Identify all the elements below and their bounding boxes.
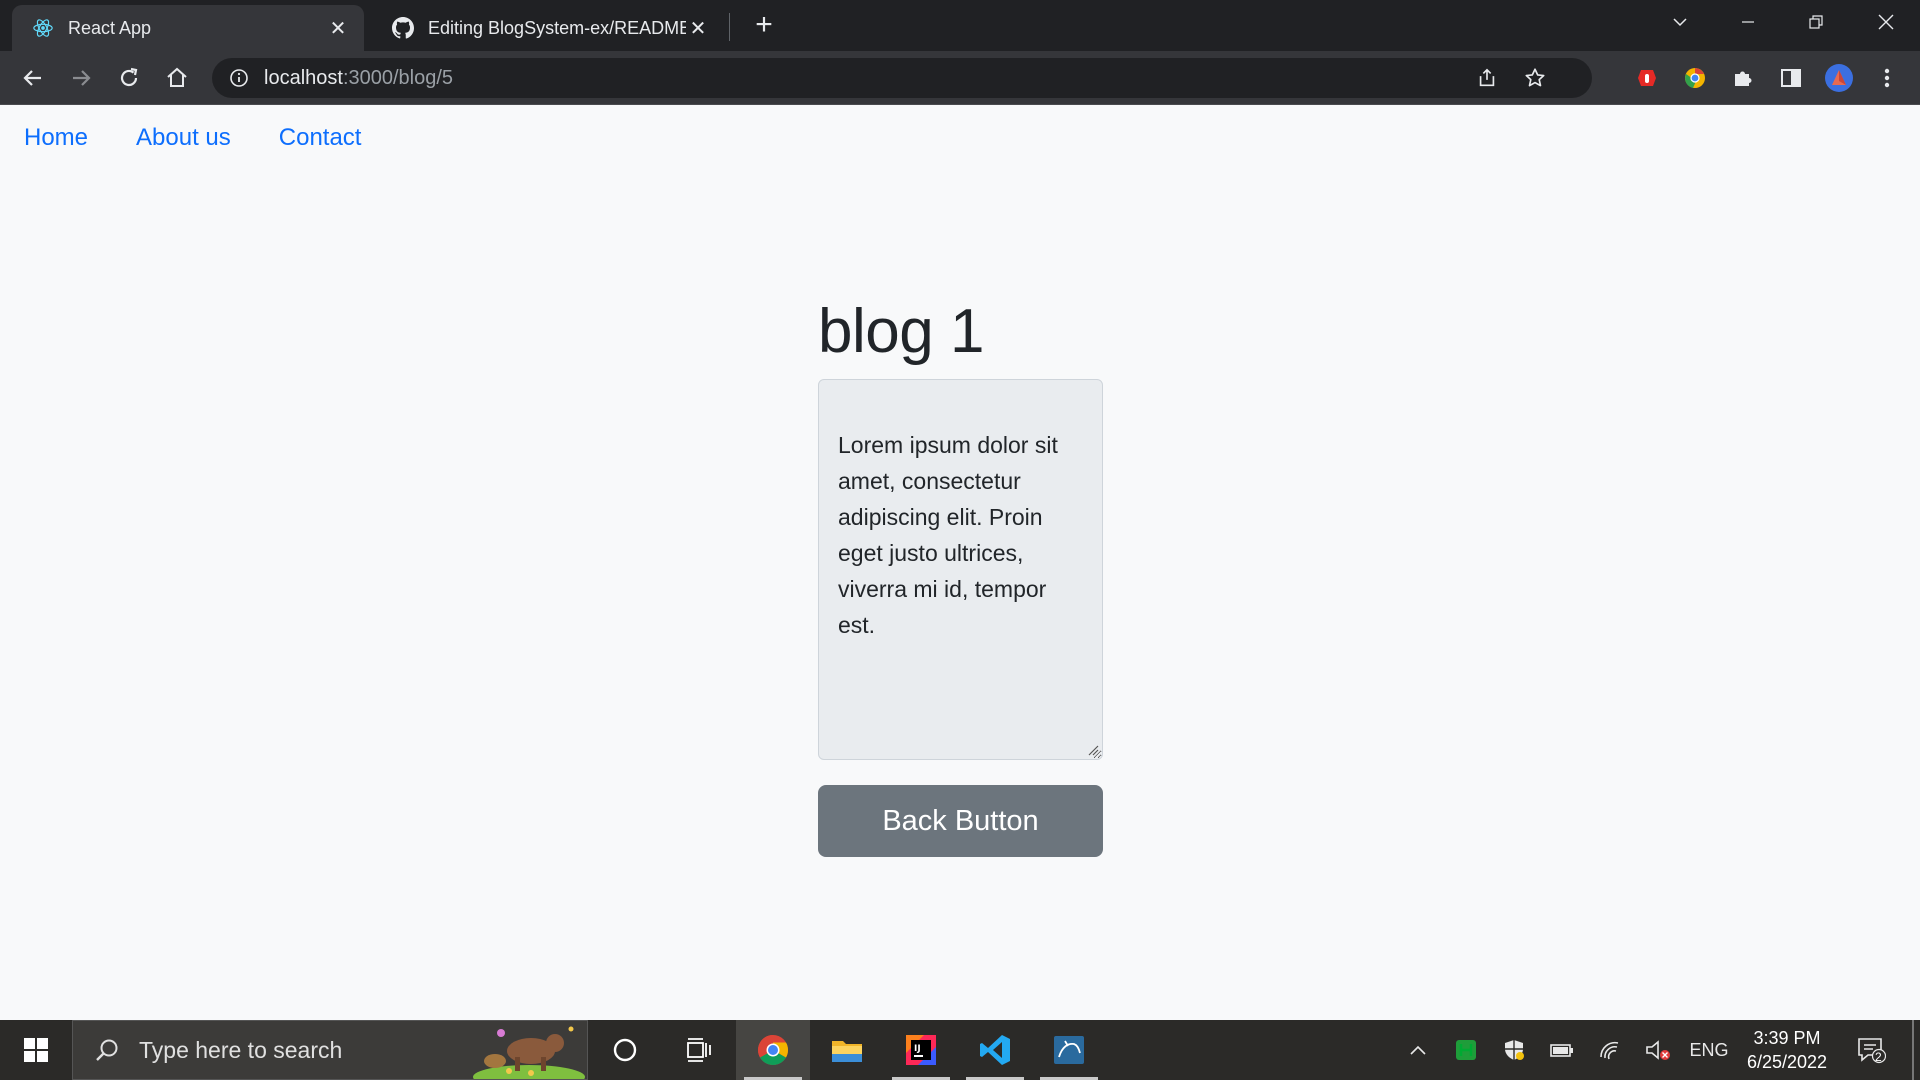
- language-indicator[interactable]: ENG: [1684, 1020, 1734, 1080]
- show-desktop-strip[interactable]: [1912, 1020, 1914, 1080]
- site-info-icon[interactable]: [228, 67, 250, 89]
- notification-count: 2: [1875, 1050, 1882, 1064]
- extensions-puzzle-icon[interactable]: [1726, 61, 1760, 95]
- tray-app-green-icon[interactable]: [1448, 1020, 1484, 1080]
- address-bar[interactable]: localhost:3000/blog/5: [212, 58, 1592, 98]
- side-panel-icon[interactable]: [1774, 61, 1808, 95]
- tab-github-readme[interactable]: Editing BlogSystem-ex/README.md ✕: [372, 5, 724, 51]
- url-host: localhost: [264, 66, 343, 89]
- tab-search-icon[interactable]: [1646, 0, 1714, 44]
- new-tab-button[interactable]: +: [748, 10, 780, 42]
- extension-red-hand-icon[interactable]: [1630, 61, 1664, 95]
- close-tab-icon[interactable]: ✕: [686, 16, 710, 40]
- search-icon: [91, 1034, 123, 1066]
- tab-title: Editing BlogSystem-ex/README.md: [428, 17, 686, 38]
- tab-react-app[interactable]: React App ✕: [12, 5, 364, 51]
- github-icon: [392, 17, 414, 39]
- search-placeholder: Type here to search: [139, 1036, 343, 1063]
- resize-handle-icon[interactable]: [1087, 744, 1099, 756]
- home-icon[interactable]: [160, 61, 194, 95]
- clock-date: 6/25/2022: [1746, 1052, 1828, 1072]
- site-navbar: Home About us Contact: [0, 106, 409, 170]
- windows-taskbar: Type here to search IJ ENG 3:39 PM 6/25/…: [0, 1020, 1920, 1080]
- browser-tabstrip: React App ✕ Editing BlogSystem-ex/README…: [0, 0, 1920, 51]
- blog-title: blog 1: [818, 297, 984, 366]
- minimize-icon[interactable]: [1714, 0, 1782, 44]
- battery-icon[interactable]: [1544, 1020, 1580, 1080]
- clock-time: 3:39 PM: [1753, 1028, 1821, 1048]
- restore-icon[interactable]: [1782, 0, 1850, 44]
- blog-body-text: Lorem ipsum dolor sit amet, consectetur …: [838, 432, 1058, 638]
- extension-chrome-icon[interactable]: [1678, 61, 1712, 95]
- bookmark-star-icon[interactable]: [1518, 58, 1552, 98]
- reload-icon[interactable]: [112, 61, 146, 95]
- vscode-icon[interactable]: [958, 1020, 1032, 1080]
- close-tab-icon[interactable]: ✕: [326, 16, 350, 40]
- taskbar-search-box[interactable]: Type here to search: [72, 1020, 588, 1080]
- search-highlight-illustration-icon: [471, 1021, 587, 1079]
- file-explorer-icon[interactable]: [810, 1020, 884, 1080]
- share-icon[interactable]: [1470, 58, 1504, 98]
- browser-toolbar: localhost:3000/blog/5: [0, 51, 1920, 105]
- forward-arrow-icon[interactable]: [64, 61, 98, 95]
- svg-text:IJ: IJ: [914, 1044, 921, 1054]
- chrome-menu-icon[interactable]: [1870, 61, 1904, 95]
- security-shield-icon[interactable]: [1496, 1020, 1532, 1080]
- wifi-icon[interactable]: [1592, 1020, 1628, 1080]
- react-icon: [32, 17, 54, 39]
- windows-start-icon[interactable]: [0, 1020, 72, 1080]
- volume-muted-icon[interactable]: [1640, 1020, 1676, 1080]
- chrome-taskbar-icon[interactable]: [736, 1020, 810, 1080]
- close-window-icon[interactable]: [1852, 0, 1920, 44]
- tab-divider: [729, 13, 730, 41]
- back-button[interactable]: Back Button: [818, 785, 1103, 857]
- nav-link-home[interactable]: Home: [24, 124, 88, 152]
- url-path: :3000/blog/5: [342, 66, 454, 89]
- intellij-idea-icon[interactable]: IJ: [884, 1020, 958, 1080]
- tab-title: React App: [68, 17, 152, 38]
- task-view-icon[interactable]: [662, 1020, 736, 1080]
- nav-link-about[interactable]: About us: [136, 124, 231, 152]
- notifications-icon[interactable]: 2: [1850, 1020, 1892, 1080]
- taskbar-clock[interactable]: 3:39 PM 6/25/2022: [1736, 1026, 1838, 1074]
- cortana-icon[interactable]: [588, 1020, 662, 1080]
- back-arrow-icon[interactable]: [16, 61, 50, 95]
- nav-link-contact[interactable]: Contact: [279, 124, 362, 152]
- show-hidden-icons-icon[interactable]: [1400, 1020, 1436, 1080]
- profile-avatar[interactable]: [1822, 61, 1856, 95]
- blog-body-textarea[interactable]: Lorem ipsum dolor sit amet, consectetur …: [818, 379, 1103, 760]
- mysql-workbench-icon[interactable]: [1032, 1020, 1106, 1080]
- page-content: Home About us Contact blog 1 Lorem ipsum…: [0, 106, 1920, 1020]
